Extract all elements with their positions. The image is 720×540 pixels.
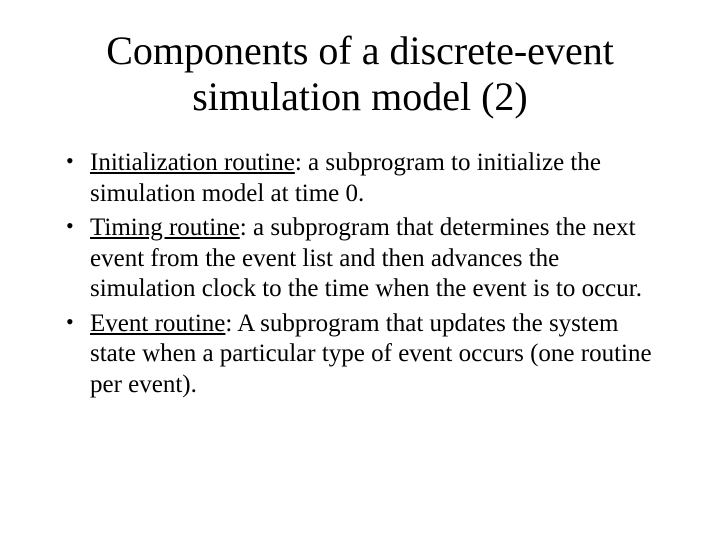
slide: Components of a discrete-event simulatio… bbox=[0, 0, 720, 540]
term: Timing routine bbox=[90, 214, 240, 241]
list-item: Timing routine: a subprogram that determ… bbox=[90, 213, 660, 305]
list-item: Event routine: A subprogram that updates… bbox=[90, 309, 660, 401]
term: Event routine bbox=[90, 310, 225, 337]
bullet-list: Initialization routine: a subprogram to … bbox=[50, 148, 670, 400]
list-item: Initialization routine: a subprogram to … bbox=[90, 148, 660, 209]
term: Initialization routine bbox=[90, 149, 295, 176]
slide-title: Components of a discrete-event simulatio… bbox=[50, 28, 670, 120]
